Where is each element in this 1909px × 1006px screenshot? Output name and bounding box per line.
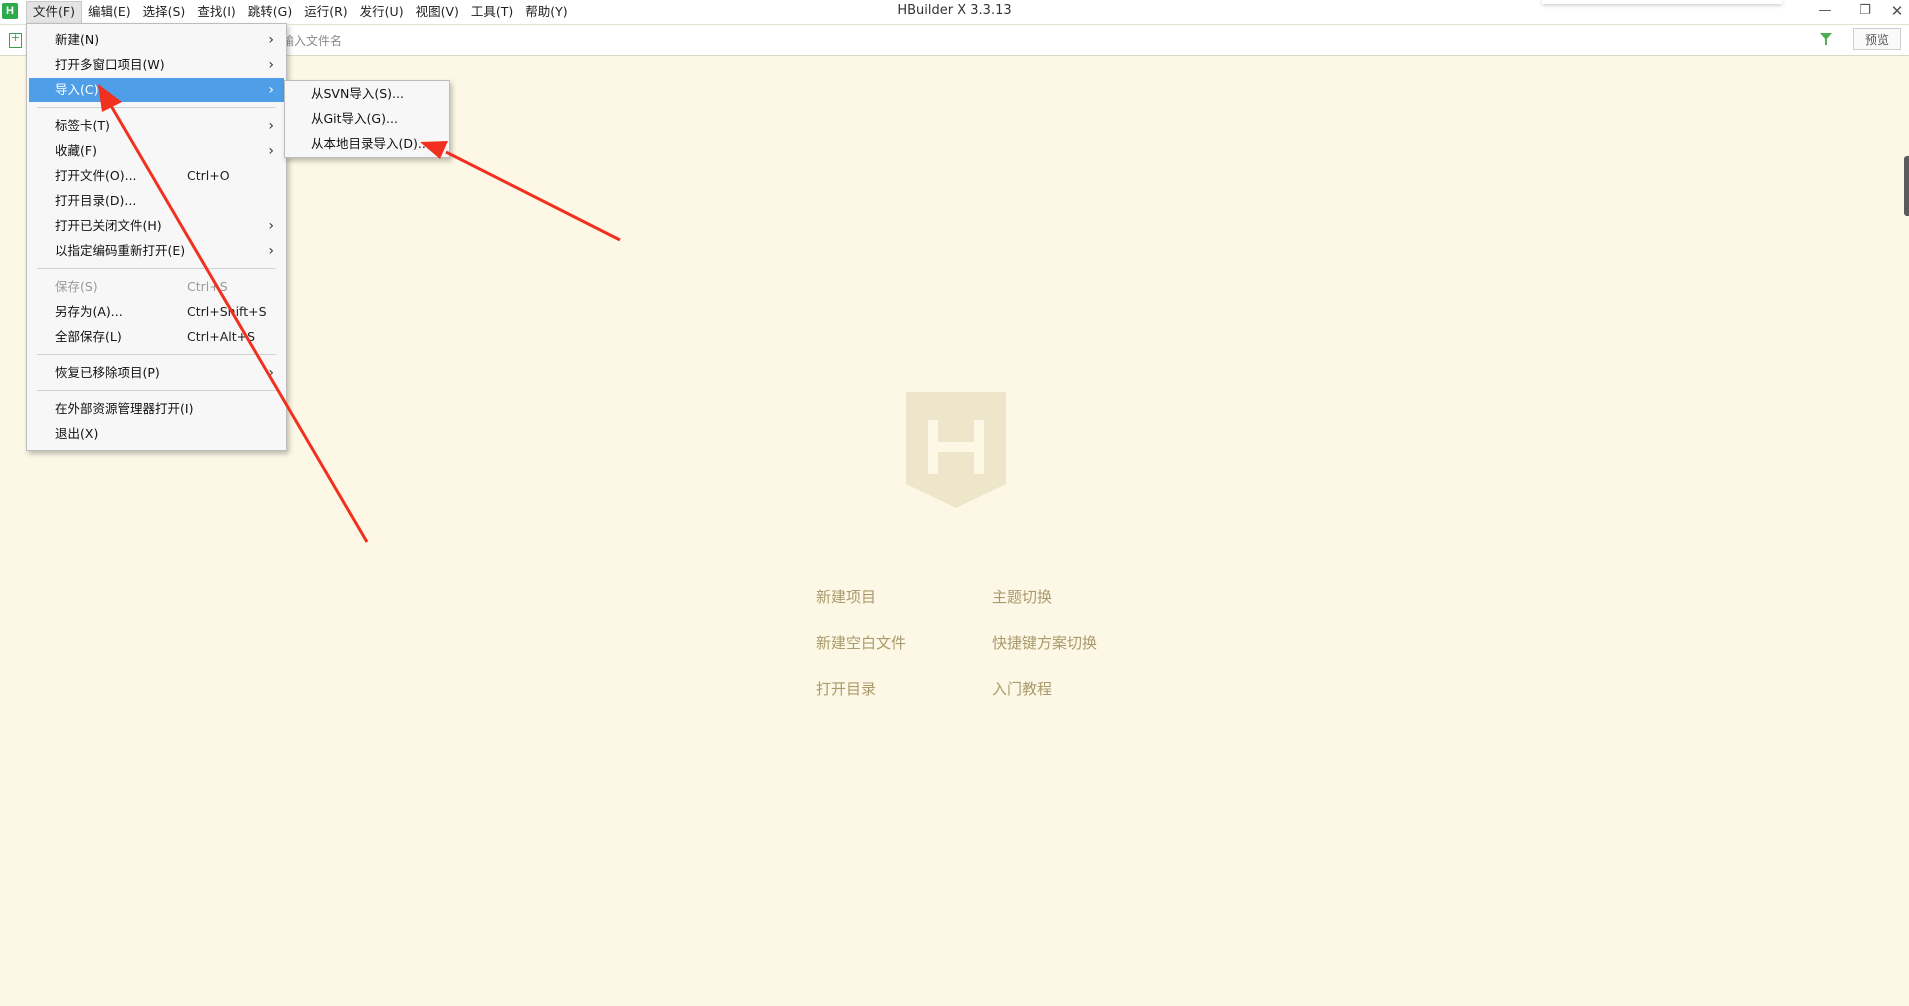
menu-item-import[interactable]: 导入(C) › bbox=[29, 78, 284, 102]
import-submenu: 从SVN导入(S)... 从Git导入(G)... 从本地目录导入(D)... bbox=[284, 80, 450, 158]
menu-run[interactable]: 运行(R) bbox=[298, 1, 353, 23]
submenu-item-import-svn[interactable]: 从SVN导入(S)... bbox=[287, 82, 447, 106]
menu-goto[interactable]: 跳转(G) bbox=[242, 1, 298, 23]
menu-bar: 文件(F) 编辑(E) 选择(S) 查找(I) 跳转(G) 运行(R) 发行(U… bbox=[26, 0, 574, 25]
menu-item-exit[interactable]: 退出(X) bbox=[29, 422, 284, 446]
menu-item-save-all[interactable]: 全部保存(L) Ctrl+Alt+S bbox=[29, 325, 284, 349]
welcome-tutorial-link[interactable]: 入门教程 bbox=[992, 678, 1052, 699]
chevron-right-icon: › bbox=[268, 365, 274, 381]
menu-item-open-folder[interactable]: 打开目录(D)... bbox=[29, 189, 284, 213]
welcome-theme-switch-link[interactable]: 主题切换 bbox=[992, 586, 1052, 607]
menu-publish[interactable]: 发行(U) bbox=[354, 1, 410, 23]
submenu-item-import-git[interactable]: 从Git导入(G)... bbox=[287, 107, 447, 131]
submenu-item-import-local-folder[interactable]: 从本地目录导入(D)... bbox=[287, 132, 447, 156]
menu-select[interactable]: 选择(S) bbox=[137, 1, 192, 23]
welcome-new-blank-file-link[interactable]: 新建空白文件 bbox=[816, 632, 906, 653]
welcome-keymap-switch-link[interactable]: 快捷键方案切换 bbox=[992, 632, 1097, 653]
menu-file[interactable]: 文件(F) bbox=[26, 1, 82, 25]
close-icon[interactable]: ✕ bbox=[1880, 0, 1909, 24]
notification-popup bbox=[1542, 0, 1782, 4]
chevron-right-icon: › bbox=[268, 243, 274, 259]
new-file-icon[interactable] bbox=[9, 31, 22, 48]
menu-view[interactable]: 视图(V) bbox=[410, 1, 465, 23]
menu-separator bbox=[37, 107, 276, 108]
app-logo-icon: H bbox=[2, 3, 18, 19]
menu-item-new[interactable]: 新建(N) › bbox=[29, 28, 284, 52]
menu-item-open-closed-file[interactable]: 打开已关闭文件(H) › bbox=[29, 214, 284, 238]
menu-item-open-multi-window-project[interactable]: 打开多窗口项目(W) › bbox=[29, 53, 284, 77]
hbuilder-logo-icon bbox=[906, 392, 1006, 508]
menu-help[interactable]: 帮助(Y) bbox=[519, 1, 573, 23]
file-menu-dropdown: 新建(N) › 打开多窗口项目(W) › 导入(C) › 标签卡(T) › 收藏… bbox=[26, 23, 287, 451]
annotation-arrow-to-local-import bbox=[445, 150, 621, 242]
menu-item-save-as[interactable]: 另存为(A)... Ctrl+Shift+S bbox=[29, 300, 284, 324]
menu-item-tabs[interactable]: 标签卡(T) › bbox=[29, 114, 284, 138]
menu-item-save[interactable]: 保存(S) Ctrl+S bbox=[29, 275, 284, 299]
menu-item-favorites[interactable]: 收藏(F) › bbox=[29, 139, 284, 163]
maximize-icon[interactable]: ❐ bbox=[1848, 0, 1882, 24]
title-bar: H 文件(F) 编辑(E) 选择(S) 查找(I) 跳转(G) 运行(R) 发行… bbox=[0, 0, 1909, 25]
chevron-right-icon: › bbox=[268, 118, 274, 134]
minimize-icon[interactable]: — bbox=[1808, 0, 1842, 24]
menu-item-open-file[interactable]: 打开文件(O)... Ctrl+O bbox=[29, 164, 284, 188]
menu-separator bbox=[37, 354, 276, 355]
menu-item-restore-removed-project[interactable]: 恢复已移除项目(P) › bbox=[29, 361, 284, 385]
file-search-input[interactable] bbox=[280, 30, 1804, 52]
menu-separator bbox=[37, 268, 276, 269]
preview-button[interactable]: 预览 bbox=[1853, 28, 1901, 50]
menu-tools[interactable]: 工具(T) bbox=[465, 1, 519, 23]
chevron-right-icon: › bbox=[268, 82, 274, 98]
chevron-right-icon: › bbox=[268, 32, 274, 48]
welcome-new-project-link[interactable]: 新建项目 bbox=[816, 586, 876, 607]
menu-item-reopen-with-encoding[interactable]: 以指定编码重新打开(E) › bbox=[29, 239, 284, 263]
menu-separator bbox=[37, 390, 276, 391]
chevron-right-icon: › bbox=[268, 218, 274, 234]
menu-find[interactable]: 查找(I) bbox=[191, 1, 241, 23]
welcome-open-folder-link[interactable]: 打开目录 bbox=[816, 678, 876, 699]
menu-edit[interactable]: 编辑(E) bbox=[82, 1, 137, 23]
chevron-right-icon: › bbox=[268, 143, 274, 159]
chevron-right-icon: › bbox=[268, 57, 274, 73]
menu-item-open-in-explorer[interactable]: 在外部资源管理器打开(I) bbox=[29, 397, 284, 421]
scrollbar-handle[interactable] bbox=[1904, 156, 1909, 216]
filter-icon[interactable] bbox=[1820, 33, 1832, 45]
